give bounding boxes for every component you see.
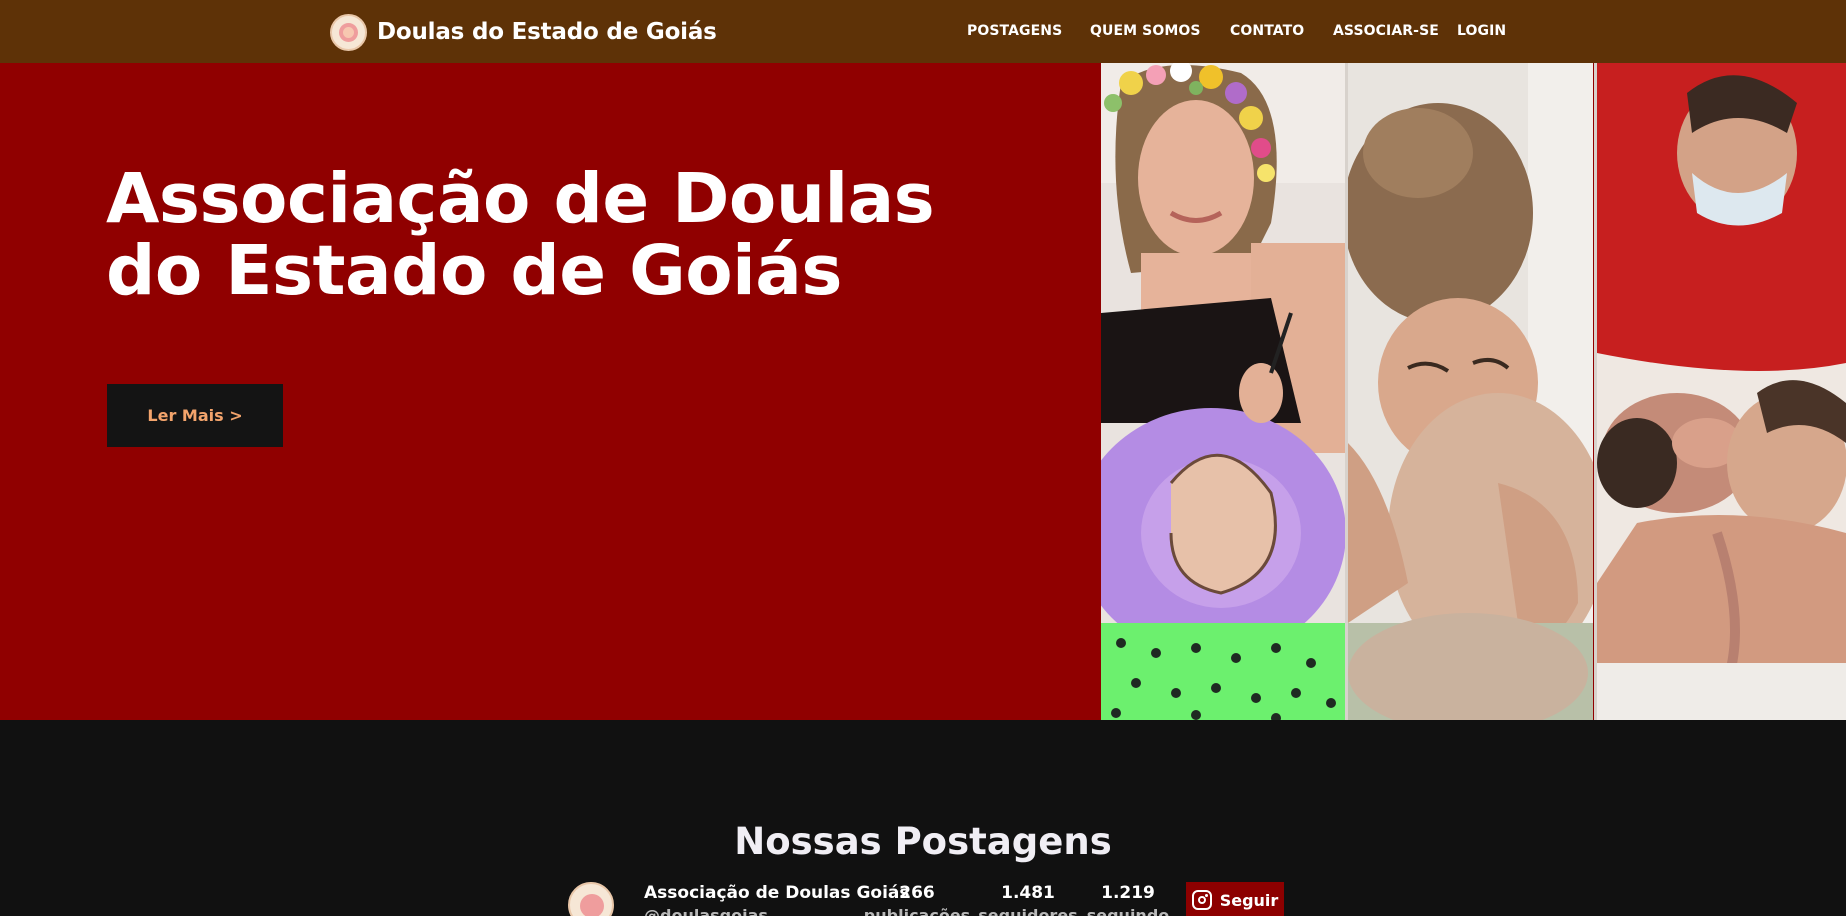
hero-title: Associação de Doulas do Estado de Goiás — [106, 163, 1006, 307]
nav-associar-se[interactable]: ASSOCIAR-SE — [1333, 23, 1439, 39]
posts-section-title: Nossas Postagens — [734, 820, 1112, 863]
hero-title-line-2: do Estado de Goiás — [106, 231, 842, 311]
instagram-followers-label: seguidores — [978, 906, 1078, 916]
instagram-following-label: seguindo — [1086, 906, 1170, 916]
brand-home-link[interactable]: Doulas do Estado de Goiás — [330, 13, 717, 51]
instagram-posts-count: 266 — [899, 883, 935, 903]
woman-embracing-photo — [1348, 63, 1593, 720]
posts-section: Nossas Postagens Associação de Doulas Go… — [0, 720, 1846, 916]
instagram-posts-label: publicações — [863, 906, 971, 916]
hero-section: Associação de Doulas do Estado de Goiás … — [0, 63, 1846, 720]
pregnant-woman-painted-belly-photo — [1101, 63, 1347, 720]
nav-login[interactable]: LOGIN — [1457, 23, 1506, 39]
instagram-follow-button[interactable]: Seguir — [1186, 882, 1284, 916]
brand-title: Doulas do Estado de Goiás — [377, 19, 717, 45]
hero-title-line-1: Associação de Doulas — [106, 159, 935, 239]
doula-logo-icon — [330, 13, 367, 51]
top-navigation-bar: Doulas do Estado de Goiás POSTAGENS QUEM… — [0, 0, 1846, 63]
follow-button-label: Seguir — [1219, 890, 1279, 910]
instagram-icon — [1191, 890, 1212, 910]
nav-postagens[interactable]: POSTAGENS — [967, 23, 1062, 39]
nav-contato[interactable]: CONTATO — [1230, 23, 1304, 39]
nav-quem-somos[interactable]: QUEM SOMOS — [1090, 23, 1201, 39]
instagram-profile-avatar[interactable] — [568, 882, 614, 916]
instagram-following-count: 1.219 — [1101, 883, 1155, 903]
read-more-button[interactable]: Ler Mais > — [107, 384, 283, 447]
instagram-handle[interactable]: @doulasgoias — [644, 906, 768, 916]
mother-newborn-birth-photo — [1597, 63, 1846, 720]
instagram-followers-count: 1.481 — [1001, 883, 1055, 903]
